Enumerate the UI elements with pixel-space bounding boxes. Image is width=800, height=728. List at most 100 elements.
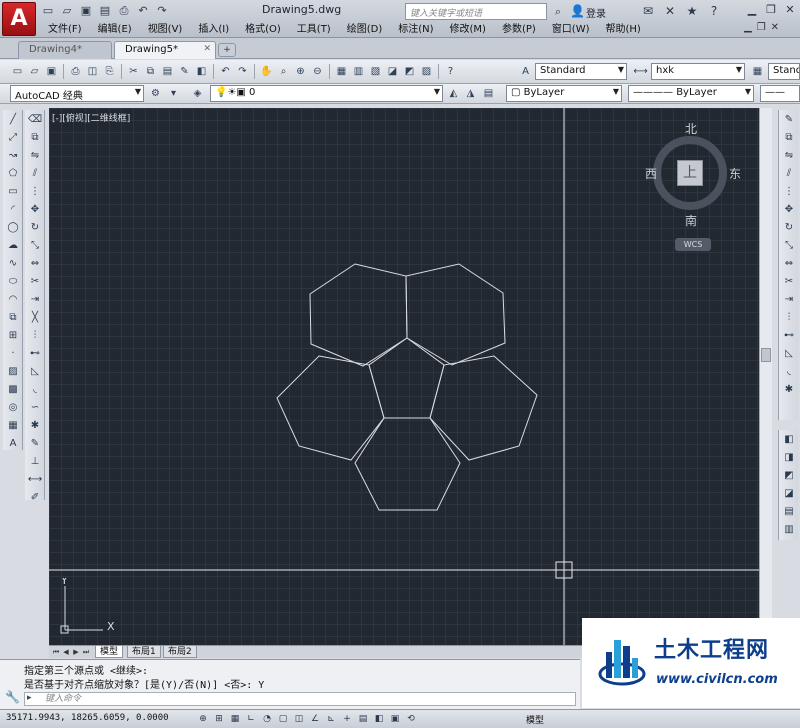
chamfer-icon[interactable]: ◺ [780, 345, 798, 362]
region-icon[interactable]: ◎ [4, 399, 22, 416]
search-input[interactable]: 键入关键字或短语 [405, 3, 547, 20]
rotate-icon[interactable]: ↻ [780, 219, 798, 236]
selection-cycling-icon[interactable]: ⟲ [404, 712, 418, 726]
mtext-icon[interactable]: A [4, 435, 22, 452]
array-icon[interactable]: ⋮ [26, 183, 44, 200]
tab-layout2[interactable]: 布局2 [163, 646, 197, 658]
plot-icon[interactable]: ⎙ [68, 64, 83, 79]
move-icon[interactable]: ✥ [26, 201, 44, 218]
layer-state-icon[interactable]: ▤ [481, 86, 496, 101]
star-icon[interactable]: ★ [684, 3, 700, 19]
join-icon[interactable]: ⊷ [780, 327, 798, 344]
undo-icon[interactable]: ↶ [135, 3, 151, 18]
copy-icon[interactable]: ⧉ [26, 129, 44, 146]
linetype-select[interactable]: ———— ByLayer ▼ [628, 85, 754, 102]
save-icon[interactable]: ▣ [78, 3, 94, 18]
ellipse-icon[interactable]: ⬭ [4, 273, 22, 290]
send-back-icon[interactable]: ◨ [780, 449, 798, 466]
cut-icon[interactable]: ✂ [126, 64, 141, 79]
infer-constraints-icon[interactable]: ⊕ [196, 712, 210, 726]
doc-restore-icon[interactable]: ❐ [757, 22, 766, 33]
zoom-realtime-icon[interactable]: ⌕ [276, 64, 291, 79]
gradient-icon[interactable]: ▩ [4, 381, 22, 398]
model-space-button[interactable]: 模型 [526, 713, 544, 726]
viewcube-south[interactable]: 南 [685, 212, 697, 229]
properties-icon[interactable]: ▦ [334, 64, 349, 79]
array-icon[interactable]: ⋮ [780, 183, 798, 200]
trim-icon[interactable]: ✂ [26, 273, 44, 290]
3d-object-snap-icon[interactable]: ◫ [292, 712, 306, 726]
hexagon-left[interactable] [276, 355, 385, 461]
hexagon-top-left[interactable] [309, 263, 408, 367]
redo-icon[interactable]: ↷ [154, 3, 170, 18]
connect-icon[interactable]: ✕ [662, 3, 678, 19]
menu-modify[interactable]: 修改(M) [442, 22, 494, 37]
wrench-icon[interactable]: 🔧 [5, 690, 20, 704]
design-center-icon[interactable]: ▥ [351, 64, 366, 79]
qnew-icon[interactable]: ▭ [10, 64, 25, 79]
undo-icon[interactable]: ↶ [218, 64, 233, 79]
dim-style-select[interactable]: hxk ▼ [651, 63, 745, 80]
blend-icon[interactable]: ∽ [26, 399, 44, 416]
table-icon[interactable]: ▦ [4, 417, 22, 434]
pen-icon[interactable]: ✎ [780, 111, 798, 128]
coordinate-readout[interactable]: 35171.9943, 18265.6059, 0.0000 [6, 713, 169, 723]
login-link[interactable]: 登录 [586, 5, 606, 20]
point-icon[interactable]: · [4, 345, 22, 362]
doc-minimize-icon[interactable]: ▁ [744, 22, 752, 33]
paste-icon[interactable]: ▤ [160, 64, 175, 79]
hatch-icon[interactable]: ▨ [4, 363, 22, 380]
new-tab-button[interactable]: + [218, 43, 236, 57]
rectangle-icon[interactable]: ▭ [4, 183, 22, 200]
color-select[interactable]: ▢ ByLayer ▼ [506, 85, 622, 102]
next-layout-icon[interactable]: ▶ [71, 647, 81, 657]
fillet-icon[interactable]: ◟ [26, 381, 44, 398]
transparency-icon[interactable]: ◧ [372, 712, 386, 726]
pan-icon[interactable]: ✋ [259, 64, 274, 79]
hexagon-right[interactable] [429, 355, 538, 461]
circle-icon[interactable]: ◯ [4, 219, 22, 236]
polyline-icon[interactable]: ↝ [4, 147, 22, 164]
menu-view[interactable]: 视图(V) [140, 22, 191, 37]
search-icon[interactable]: ⌕ [550, 3, 566, 20]
print-icon[interactable]: ⎙ [116, 3, 132, 18]
open-icon[interactable]: ▱ [59, 3, 75, 18]
make-current-layer-icon[interactable]: ◭ [446, 86, 461, 101]
chamfer-icon[interactable]: ◺ [26, 363, 44, 380]
saveas-icon[interactable]: ▤ [97, 3, 113, 18]
calculator-icon[interactable]: ▨ [419, 64, 434, 79]
dims-front-icon[interactable]: ▥ [780, 521, 798, 538]
explode-icon[interactable]: ✱ [26, 417, 44, 434]
tab-model[interactable]: 模型 [95, 646, 124, 658]
workspace-toggle-icon[interactable]: ▾ [166, 86, 181, 101]
menu-edit[interactable]: 编辑(E) [90, 22, 140, 37]
copy-icon[interactable]: ⧉ [780, 129, 798, 146]
publish-icon[interactable]: ⎘ [102, 64, 117, 79]
revcloud-icon[interactable]: ☁ [4, 237, 22, 254]
lineweight-select[interactable]: —— [760, 85, 800, 102]
snap-mode-icon[interactable]: ⊞ [212, 712, 226, 726]
erase-icon[interactable]: ⌫ [26, 111, 44, 128]
object-snap-tracking-icon[interactable]: ∠ [308, 712, 322, 726]
fillet-icon[interactable]: ◟ [780, 363, 798, 380]
match-properties-icon[interactable]: ✎ [177, 64, 192, 79]
tab-layout1[interactable]: 布局1 [127, 646, 161, 658]
break-icon[interactable]: ⫶ [780, 309, 798, 326]
close-tab-icon[interactable]: ✕ [203, 44, 211, 54]
ellipse-arc-icon[interactable]: ◠ [4, 291, 22, 308]
preview-icon[interactable]: ◫ [85, 64, 100, 79]
hexagon-top-right[interactable] [405, 263, 506, 366]
prev-layout-icon[interactable]: ◀ [61, 647, 71, 657]
scrollbar-thumb[interactable] [761, 348, 771, 362]
workspace-settings-icon[interactable]: ⚙ [148, 86, 163, 101]
hexagon-bottom[interactable] [354, 417, 461, 511]
open-icon[interactable]: ▱ [27, 64, 42, 79]
vertical-scrollbar[interactable] [759, 108, 772, 658]
menu-parametric[interactable]: 参数(P) [494, 22, 544, 37]
viewcube[interactable]: 北 西 东 上 南 WCS [645, 116, 745, 256]
stretch-icon[interactable]: ⇔ [780, 255, 798, 272]
layer-manager-icon[interactable]: ◈ [190, 86, 205, 101]
menu-window[interactable]: 窗口(W) [544, 22, 598, 37]
line-icon[interactable]: ╱ [4, 111, 22, 128]
menu-insert[interactable]: 插入(I) [190, 22, 237, 37]
